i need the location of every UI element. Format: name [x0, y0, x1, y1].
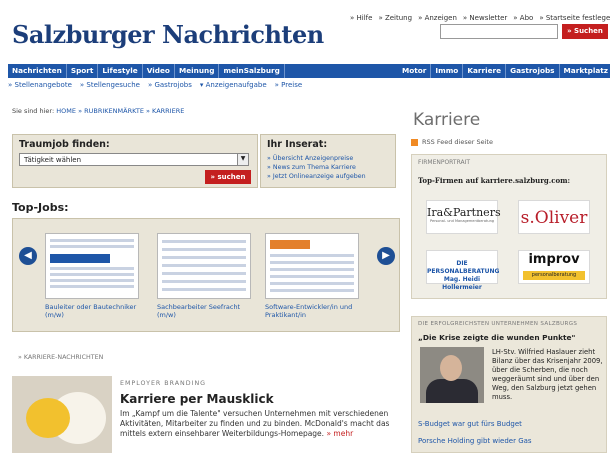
search-input[interactable] — [440, 24, 558, 39]
article-kicker: EMPLOYER BRANDING — [120, 380, 207, 387]
main-nav: Nachrichten Sport Lifestyle Video Meinun… — [8, 64, 610, 78]
breadcrumb: Sie sind hier: HOME » RUBRIKENMÄRKTE » K… — [12, 107, 184, 115]
topjobs-carousel: ◀ ▶ Bauleiter oder Bautechniker (m/w) Sa… — [12, 218, 400, 332]
inserat-link-aufgeben[interactable]: » Jetzt Onlineanzeige aufgeben — [261, 172, 395, 181]
nav-nachrichten[interactable]: Nachrichten — [8, 64, 67, 78]
breadcrumb-home[interactable]: HOME — [56, 107, 76, 115]
subnav-gastrojobs[interactable]: » Gastrojobs — [148, 81, 192, 89]
nav-immo[interactable]: Immo — [431, 64, 464, 78]
article-image[interactable] — [12, 376, 112, 453]
article-more-link[interactable]: » mehr — [326, 429, 353, 438]
top-links: » Hilfe » Zeitung » Anzeigen » Newsletter » … — [344, 14, 610, 22]
traumjob-title: Traumjob finden: — [19, 139, 110, 150]
link-zeitung[interactable]: » Zeitung — [378, 14, 412, 22]
job-thumbnail[interactable] — [265, 233, 359, 299]
portrait-image[interactable] — [420, 347, 484, 403]
nav-karriere[interactable]: Karriere — [463, 64, 507, 78]
nav-marktplatz[interactable]: Marktplatz — [560, 64, 610, 78]
breadcrumb-rubriken[interactable]: » RUBRIKENMÄRKTE — [78, 107, 144, 115]
search-button[interactable]: » Suchen — [562, 24, 608, 39]
nav-meinsalzburg[interactable]: meinSalzburg — [219, 64, 285, 78]
subnav-stellengesuche[interactable]: » Stellengesuche — [80, 81, 140, 89]
article-title[interactable]: Karriere per Mausklick — [120, 392, 274, 406]
link-anzeigen[interactable]: » Anzeigen — [418, 14, 457, 22]
link-hilfe[interactable]: » Hilfe — [350, 14, 372, 22]
nav-gastrojobs[interactable]: Gastrojobs — [506, 64, 560, 78]
inserat-title: Ihr Inserat: — [267, 139, 328, 150]
traumjob-panel: Traumjob finden: Tätigkeit wählen ▼ » su… — [12, 134, 258, 188]
job-caption[interactable]: Sachbearbeiter Seefracht (m/w) — [157, 303, 257, 319]
eu-text: LH-Stv. Wilfried Haslauer zieht Bilanz ü… — [492, 348, 603, 401]
sub-nav: » Stellenangebote » Stellengesuche » Gastr… — [8, 81, 310, 89]
article-teaser: Im „Kampf um die Talente" versuchen Unte… — [120, 409, 400, 439]
breadcrumb-karriere[interactable]: » KARRIERE — [146, 107, 184, 115]
ira-partners-logo[interactable]: Ira&Partners Personal- und Managementbera… — [426, 200, 501, 234]
job-select[interactable]: Tätigkeit wählen ▼ — [19, 153, 249, 166]
personalberatung-logo[interactable]: DIE PERSONALBERATUNG Mag. Heidi Hollermei… — [426, 250, 499, 291]
subnav-anzeigenaufgabe[interactable]: ▾ Anzeigenaufgabe — [200, 81, 267, 89]
carousel-prev-icon[interactable]: ◀ — [19, 247, 37, 265]
carousel-next-icon[interactable]: ▶ — [377, 247, 395, 265]
job-caption[interactable]: Software-Entwickler/in und Praktikant/in — [265, 303, 365, 319]
news-heading[interactable]: » KARRIERE-NACHRICHTEN — [18, 354, 103, 361]
inserat-link-news[interactable]: » News zum Thema Karriere — [261, 163, 395, 172]
eu-link-budget[interactable]: S-Budget war gut fürs Budget — [418, 420, 522, 428]
link-abo[interactable]: » Abo — [513, 14, 533, 22]
breadcrumb-prefix: Sie sind hier: — [12, 107, 55, 115]
erfolgreichste-unternehmen-box: DIE ERFOLGREICHSTEN UNTERNEHMEN SALZBURG… — [411, 316, 607, 453]
rss-icon — [411, 138, 418, 146]
job-select-value: Tätigkeit wählen — [24, 156, 82, 164]
topjobs-title: Top-Jobs: — [12, 201, 69, 214]
link-newsletter[interactable]: » Newsletter — [463, 14, 507, 22]
inserat-link-preise[interactable]: » Übersicht Anzeigenpreise — [261, 154, 395, 163]
job-search-button[interactable]: » suchen — [205, 170, 251, 184]
inserat-panel: Ihr Inserat: » Übersicht Anzeigenpreise … — [260, 134, 396, 188]
firmenportrait-heading: FIRMENPORTRAIT — [418, 159, 471, 166]
job-caption[interactable]: Bauleiter oder Bautechniker (m/w) — [45, 303, 145, 319]
subnav-stellenangebote[interactable]: » Stellenangebote — [8, 81, 72, 89]
job-thumbnail[interactable] — [45, 233, 139, 299]
site-logo[interactable]: Salzburger Nachrichten — [12, 20, 324, 49]
nav-lifestyle[interactable]: Lifestyle — [98, 64, 143, 78]
firmenportrait-box: FIRMENPORTRAIT Top-Firmen auf karriere.s… — [411, 154, 607, 299]
eu-quote[interactable]: „Die Krise zeigte die wunden Punkte" — [412, 331, 606, 344]
firmenportrait-subtitle: Top-Firmen auf karriere.salzburg.com: — [418, 176, 571, 185]
subnav-preise[interactable]: » Preise — [275, 81, 303, 89]
nav-video[interactable]: Video — [143, 64, 175, 78]
nav-motor[interactable]: Motor — [398, 64, 432, 78]
link-startseite[interactable]: » Startseite festlegen — [539, 14, 610, 22]
rss-feed[interactable]: RSS Feed dieser Seite — [411, 138, 493, 146]
eu-link-porsche[interactable]: Porsche Holding gibt wieder Gas — [418, 437, 532, 445]
job-thumbnail[interactable] — [157, 233, 251, 299]
chevron-down-icon: ▼ — [237, 154, 248, 165]
nav-meinung[interactable]: Meinung — [175, 64, 220, 78]
soliver-logo[interactable]: s.Oliver — [518, 200, 590, 234]
section-title: Karriere — [413, 110, 481, 130]
improv-logo[interactable]: improv personalberatung — [518, 250, 590, 284]
nav-sport[interactable]: Sport — [67, 64, 99, 78]
eu-heading: DIE ERFOLGREICHSTEN UNTERNEHMEN SALZBURG… — [418, 321, 578, 327]
rss-label[interactable]: RSS Feed dieser Seite — [422, 138, 493, 146]
